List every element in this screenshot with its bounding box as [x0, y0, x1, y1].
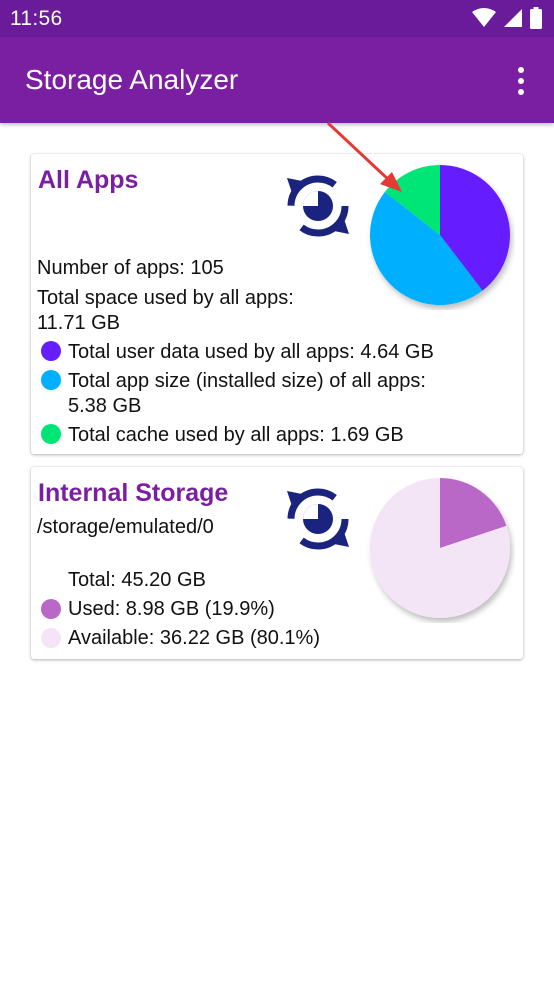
app-title: Storage Analyzer: [25, 64, 239, 95]
app-size-legend-dot: [41, 370, 61, 390]
wifi-icon: [472, 8, 496, 27]
num-apps-text: Number of apps: 105: [37, 257, 224, 279]
available-storage-text: Available: 36.22 GB (80.1%): [68, 627, 321, 649]
signal-icon: [504, 9, 522, 27]
internal-storage-pie-chart: [370, 478, 510, 618]
app-size-text: Total app size (installed size) of all a…: [68, 370, 426, 392]
annotation-arrow: [326, 121, 402, 192]
total-storage-text: Total: 45.20 GB: [68, 569, 206, 591]
storage-path: /storage/emulated/0: [37, 516, 214, 538]
refresh-icon[interactable]: [281, 481, 355, 557]
internal-storage-card: Internal Storage /storage/emulated/0 Tot…: [31, 467, 523, 659]
available-legend-dot: [41, 628, 61, 648]
app-bar: Storage Analyzer: [0, 37, 554, 123]
status-time: 11:56: [10, 7, 63, 30]
overflow-menu-icon[interactable]: [508, 65, 536, 97]
used-storage-text: Used: 8.98 GB (19.9%): [68, 598, 275, 620]
all-apps-card: All Apps Number of apps: 105 Total space…: [31, 154, 523, 454]
cache-legend-dot: [41, 424, 61, 444]
battery-icon: [530, 7, 542, 29]
status-icons: [472, 7, 542, 29]
all-apps-title: All Apps: [38, 166, 139, 194]
user-data-text: Total user data used by all apps: 4.64 G…: [68, 341, 434, 363]
status-bar: 11:56: [0, 0, 554, 37]
total-space-label: Total space used by all apps:: [37, 287, 294, 309]
total-space-value: 11.71 GB: [37, 312, 121, 334]
internal-storage-title: Internal Storage: [38, 479, 229, 507]
app-size-value: 5.38 GB: [68, 395, 142, 417]
used-legend-dot: [41, 599, 61, 619]
cache-text: Total cache used by all apps: 1.69 GB: [68, 424, 404, 446]
user-data-legend-dot: [41, 341, 61, 361]
